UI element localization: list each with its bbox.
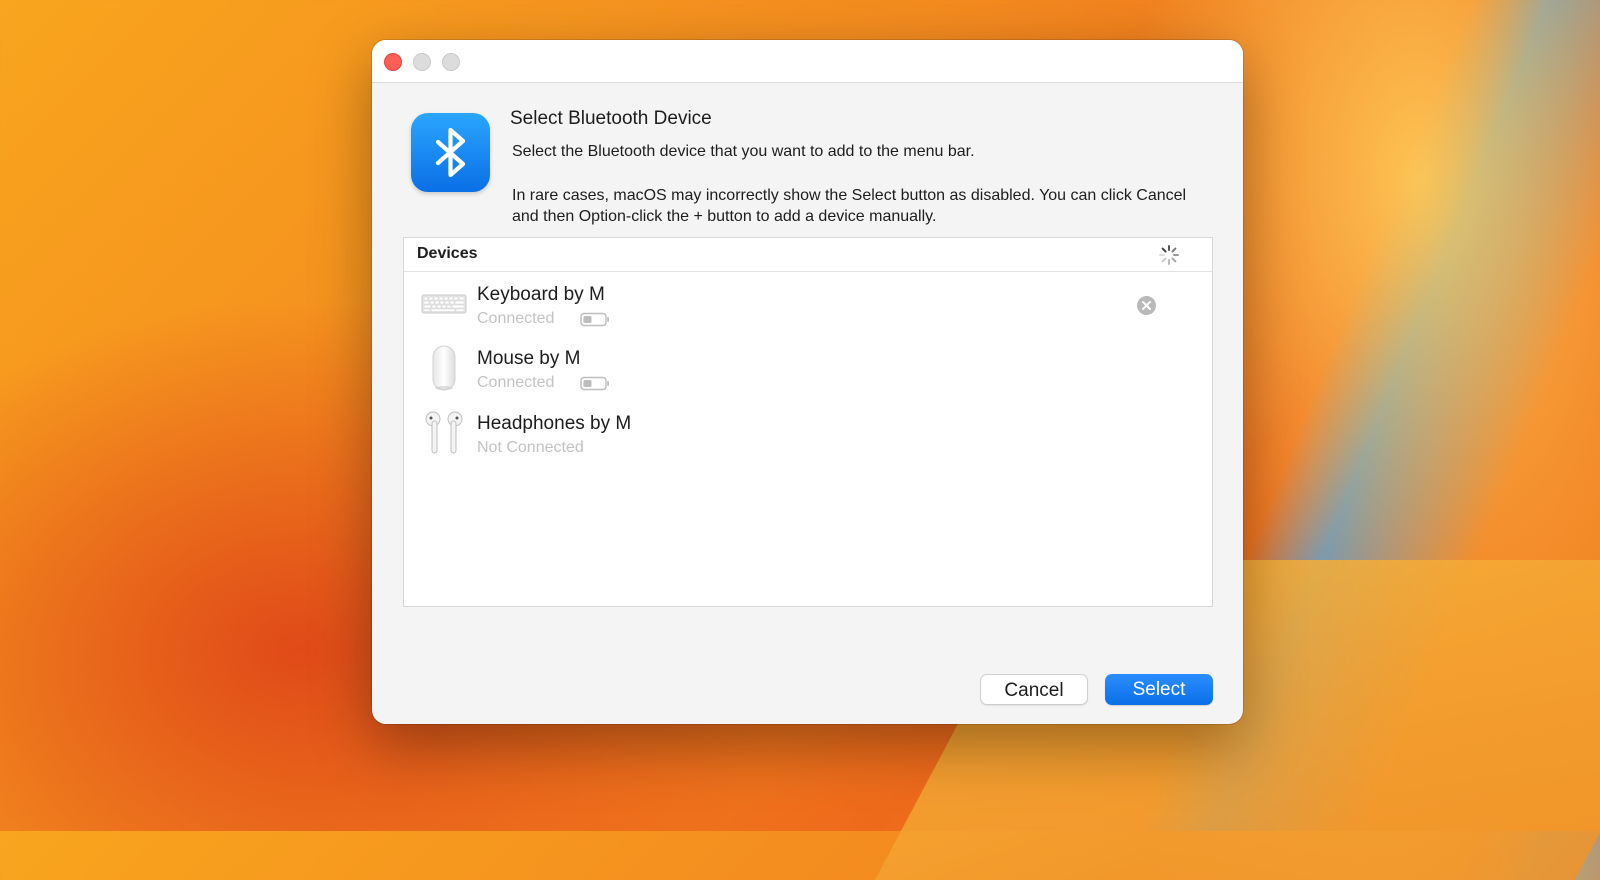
close-icon (1142, 301, 1151, 310)
device-name: Mouse by M (477, 348, 581, 369)
battery-icon (580, 312, 609, 327)
select-button[interactable]: Select (1105, 674, 1213, 705)
cancel-button[interactable]: Cancel (980, 674, 1088, 705)
keyboard-icon (421, 294, 467, 314)
title-bar (372, 40, 1243, 83)
spinner-icon (1159, 245, 1179, 265)
mouse-icon (432, 345, 456, 391)
dialog-message: Select the Bluetooth device that you wan… (512, 143, 975, 160)
device-status: Connected (477, 374, 555, 391)
bluetooth-dialog: Select Bluetooth Device Select the Bluet… (372, 40, 1243, 724)
device-row-mouse[interactable]: Mouse by M Connected (404, 336, 1212, 400)
zoom-window-button[interactable] (442, 53, 460, 71)
device-row-keyboard[interactable]: Keyboard by M Connected (404, 272, 1212, 336)
device-status: Connected (477, 310, 555, 327)
remove-device-button[interactable] (1137, 296, 1156, 315)
device-status: Not Connected (477, 439, 584, 456)
table-header: Devices (404, 238, 1212, 272)
close-window-button[interactable] (384, 53, 402, 71)
device-row-headphones[interactable]: Headphones by M Not Connected (404, 401, 1212, 465)
dialog-note: In rare cases, macOS may incorrectly sho… (512, 187, 1187, 225)
battery-icon (580, 376, 609, 391)
airpods-icon (425, 411, 463, 454)
device-name: Headphones by M (477, 413, 632, 434)
devices-table: Devices Keyboard by M Connected Mouse by… (403, 237, 1213, 607)
minimize-window-button[interactable] (413, 53, 431, 71)
devices-column-header: Devices (417, 245, 478, 262)
dialog-title: Select Bluetooth Device (510, 108, 712, 129)
bluetooth-icon (411, 113, 490, 192)
device-name: Keyboard by M (477, 284, 605, 305)
